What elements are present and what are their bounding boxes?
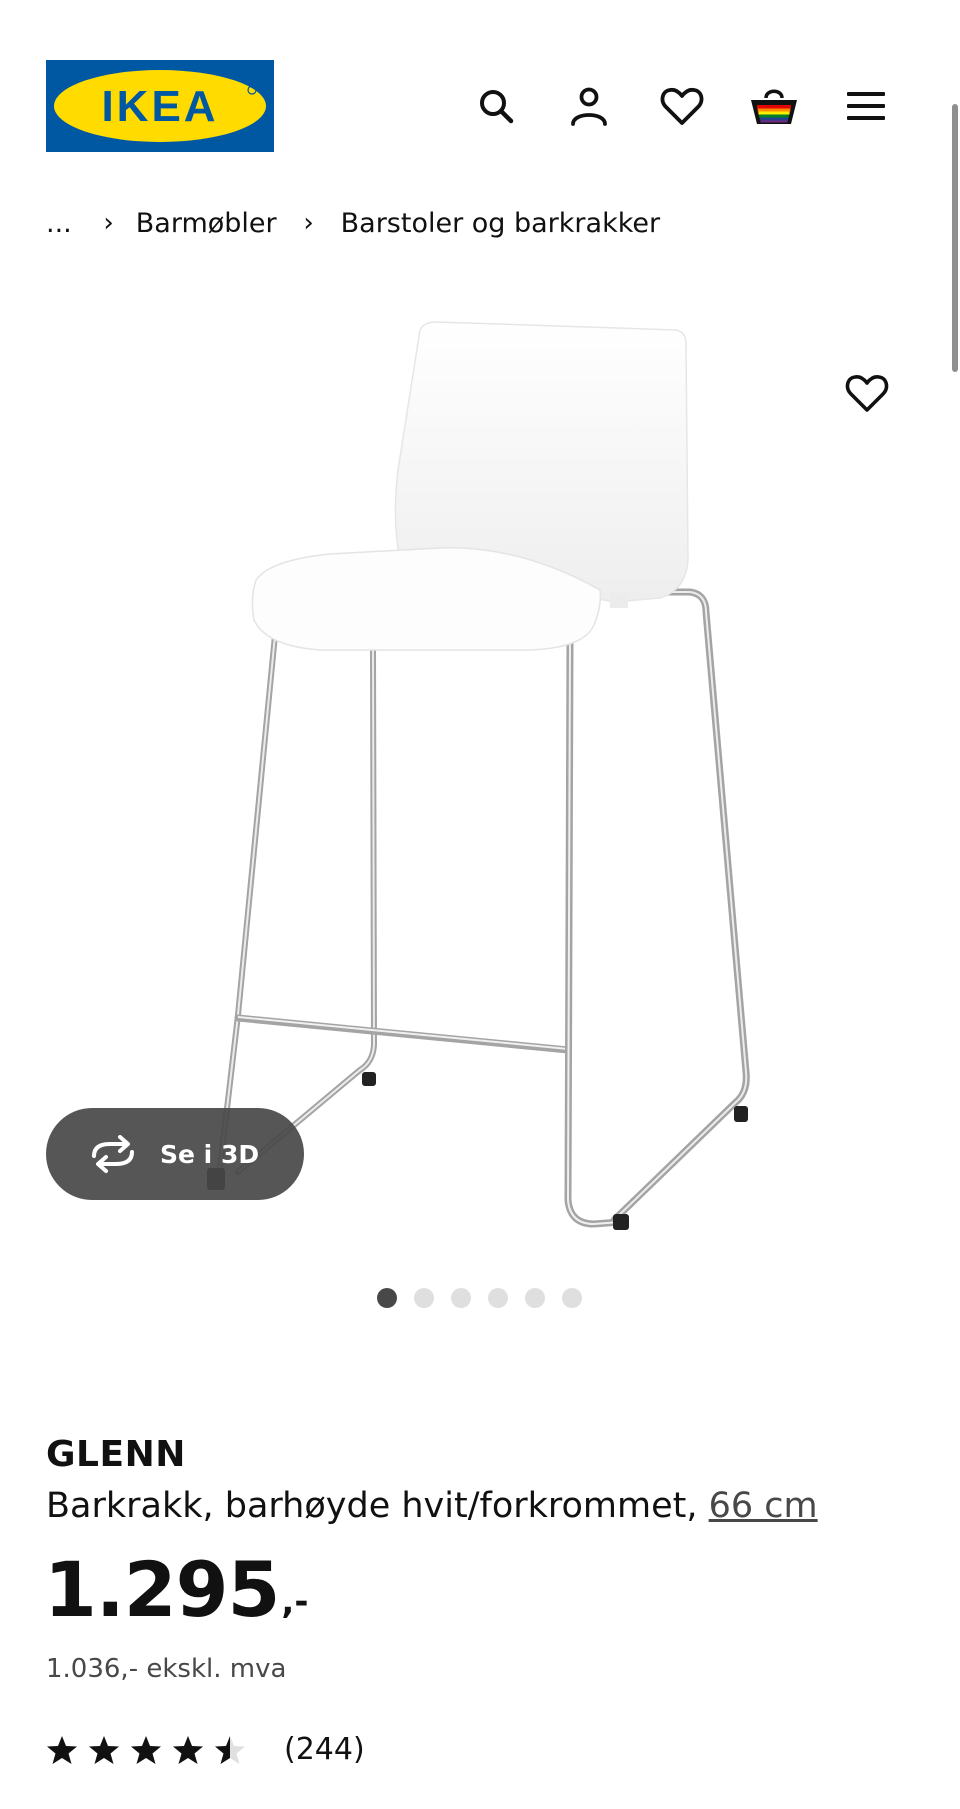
breadcrumb-item-barstoler[interactable]: Barstoler og barkrakker bbox=[341, 208, 660, 239]
heart-icon[interactable] bbox=[656, 80, 708, 132]
basket-icon[interactable] bbox=[748, 80, 800, 132]
review-count[interactable]: (244) bbox=[284, 1732, 365, 1767]
pagination-dot[interactable] bbox=[414, 1288, 434, 1308]
pagination-dot[interactable] bbox=[488, 1288, 508, 1308]
see-in-3d-label: Se i 3D bbox=[160, 1139, 260, 1169]
svg-text:IKEA: IKEA bbox=[101, 82, 218, 131]
account-icon[interactable] bbox=[563, 80, 615, 132]
heart-icon bbox=[845, 375, 889, 412]
ikea-logo-graphic: IKEA bbox=[46, 60, 274, 152]
star-icon bbox=[47, 1735, 77, 1764]
star-icon bbox=[89, 1735, 119, 1764]
size-link[interactable]: 66 cm bbox=[709, 1486, 818, 1526]
pagination-dot[interactable] bbox=[525, 1288, 545, 1308]
rotate-3d-icon bbox=[92, 1135, 134, 1173]
pagination-dot[interactable] bbox=[377, 1288, 397, 1308]
pagination-dot[interactable] bbox=[451, 1288, 471, 1308]
ikea-logo[interactable]: IKEA bbox=[46, 60, 274, 152]
breadcrumb-ellipsis[interactable]: ... bbox=[46, 208, 72, 239]
product-description-text: Barkrakk, barhøyde hvit/forkrommet, bbox=[46, 1486, 698, 1526]
see-in-3d-button[interactable]: Se i 3D bbox=[46, 1108, 304, 1200]
star-icon bbox=[215, 1735, 245, 1764]
price-suffix: ,- bbox=[281, 1582, 309, 1622]
product-name: GLENN bbox=[46, 1434, 186, 1475]
menu-icon[interactable] bbox=[840, 80, 892, 132]
product-price: 1.295 ,- bbox=[44, 1552, 308, 1628]
breadcrumb: ... › Barmøbler › Barstoler og barkrakke… bbox=[46, 203, 660, 243]
product-description: Barkrakk, barhøyde hvit/forkrommet, 66 c… bbox=[46, 1486, 818, 1526]
image-pagination bbox=[377, 1288, 599, 1308]
price-value: 1.295 bbox=[44, 1545, 280, 1634]
price-ex-vat: 1.036,- ekskl. mva bbox=[46, 1654, 287, 1684]
star-icon bbox=[173, 1735, 203, 1764]
breadcrumb-item-barmobler[interactable]: Barmøbler bbox=[136, 208, 277, 239]
chevron-right-icon: › bbox=[303, 208, 314, 238]
search-icon[interactable] bbox=[470, 80, 522, 132]
rating-stars bbox=[46, 1734, 256, 1766]
product-rating[interactable]: (244) bbox=[46, 1732, 365, 1767]
add-to-favourites-button[interactable] bbox=[840, 366, 894, 420]
star-icon bbox=[131, 1735, 161, 1764]
chevron-right-icon: › bbox=[103, 208, 114, 238]
pagination-dot[interactable] bbox=[562, 1288, 582, 1308]
